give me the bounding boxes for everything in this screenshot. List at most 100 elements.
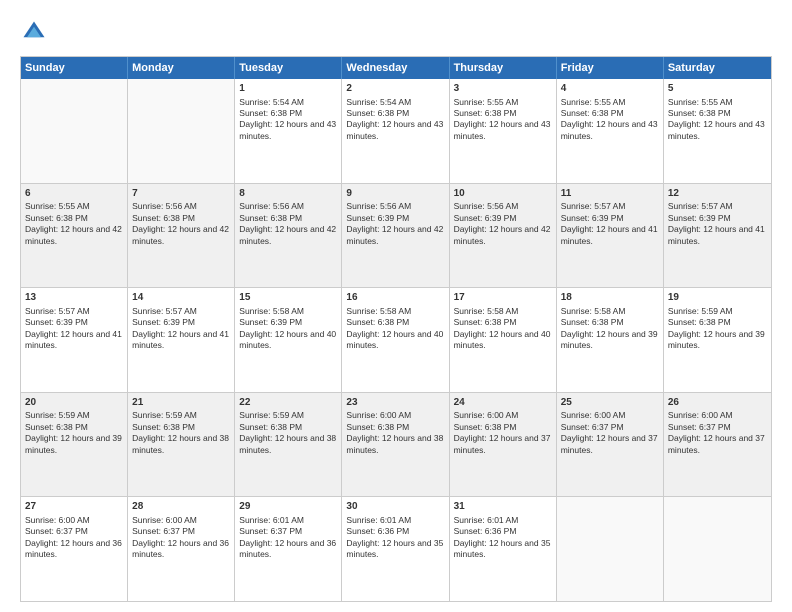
day-number: 30 xyxy=(346,500,444,514)
sunrise-text: Sunrise: 5:55 AM xyxy=(668,97,767,108)
calendar-day-28: 28Sunrise: 6:00 AMSunset: 6:37 PMDayligh… xyxy=(128,497,235,601)
sunrise-text: Sunrise: 6:00 AM xyxy=(132,515,230,526)
daylight-text: Daylight: 12 hours and 41 minutes. xyxy=(668,224,767,247)
calendar-day-14: 14Sunrise: 5:57 AMSunset: 6:39 PMDayligh… xyxy=(128,288,235,392)
day-number: 5 xyxy=(668,82,767,96)
daylight-text: Daylight: 12 hours and 41 minutes. xyxy=(132,329,230,352)
sunrise-text: Sunrise: 5:57 AM xyxy=(132,306,230,317)
sunset-text: Sunset: 6:38 PM xyxy=(25,422,123,433)
sunrise-text: Sunrise: 5:56 AM xyxy=(239,201,337,212)
calendar-day-8: 8Sunrise: 5:56 AMSunset: 6:38 PMDaylight… xyxy=(235,184,342,288)
daylight-text: Daylight: 12 hours and 35 minutes. xyxy=(454,538,552,561)
daylight-text: Daylight: 12 hours and 43 minutes. xyxy=(668,119,767,142)
calendar-day-23: 23Sunrise: 6:00 AMSunset: 6:38 PMDayligh… xyxy=(342,393,449,497)
daylight-text: Daylight: 12 hours and 41 minutes. xyxy=(561,224,659,247)
daylight-text: Daylight: 12 hours and 36 minutes. xyxy=(25,538,123,561)
sunrise-text: Sunrise: 5:58 AM xyxy=(454,306,552,317)
day-number: 31 xyxy=(454,500,552,514)
sunrise-text: Sunrise: 5:56 AM xyxy=(132,201,230,212)
sunrise-text: Sunrise: 6:01 AM xyxy=(239,515,337,526)
sunset-text: Sunset: 6:39 PM xyxy=(668,213,767,224)
sunrise-text: Sunrise: 5:56 AM xyxy=(454,201,552,212)
weekday-header-monday: Monday xyxy=(128,57,235,79)
daylight-text: Daylight: 12 hours and 39 minutes. xyxy=(561,329,659,352)
calendar-day-19: 19Sunrise: 5:59 AMSunset: 6:38 PMDayligh… xyxy=(664,288,771,392)
sunrise-text: Sunrise: 5:59 AM xyxy=(25,410,123,421)
calendar-day-5: 5Sunrise: 5:55 AMSunset: 6:38 PMDaylight… xyxy=(664,79,771,183)
sunset-text: Sunset: 6:38 PM xyxy=(25,213,123,224)
day-number: 11 xyxy=(561,187,659,201)
sunset-text: Sunset: 6:38 PM xyxy=(454,422,552,433)
calendar-day-29: 29Sunrise: 6:01 AMSunset: 6:37 PMDayligh… xyxy=(235,497,342,601)
day-number: 25 xyxy=(561,396,659,410)
weekday-header-friday: Friday xyxy=(557,57,664,79)
sunrise-text: Sunrise: 5:57 AM xyxy=(668,201,767,212)
sunset-text: Sunset: 6:38 PM xyxy=(561,317,659,328)
day-number: 7 xyxy=(132,187,230,201)
sunset-text: Sunset: 6:38 PM xyxy=(239,422,337,433)
header xyxy=(20,18,772,46)
calendar-body: 1Sunrise: 5:54 AMSunset: 6:38 PMDaylight… xyxy=(21,79,771,601)
sunset-text: Sunset: 6:38 PM xyxy=(454,317,552,328)
calendar-day-27: 27Sunrise: 6:00 AMSunset: 6:37 PMDayligh… xyxy=(21,497,128,601)
daylight-text: Daylight: 12 hours and 42 minutes. xyxy=(454,224,552,247)
sunrise-text: Sunrise: 6:00 AM xyxy=(668,410,767,421)
weekday-header-thursday: Thursday xyxy=(450,57,557,79)
sunset-text: Sunset: 6:36 PM xyxy=(454,526,552,537)
sunrise-text: Sunrise: 6:01 AM xyxy=(454,515,552,526)
daylight-text: Daylight: 12 hours and 35 minutes. xyxy=(346,538,444,561)
daylight-text: Daylight: 12 hours and 37 minutes. xyxy=(454,433,552,456)
sunset-text: Sunset: 6:37 PM xyxy=(239,526,337,537)
sunset-text: Sunset: 6:38 PM xyxy=(239,213,337,224)
sunset-text: Sunset: 6:36 PM xyxy=(346,526,444,537)
sunset-text: Sunset: 6:37 PM xyxy=(132,526,230,537)
day-number: 1 xyxy=(239,82,337,96)
day-number: 21 xyxy=(132,396,230,410)
day-number: 29 xyxy=(239,500,337,514)
sunrise-text: Sunrise: 5:59 AM xyxy=(132,410,230,421)
calendar-day-18: 18Sunrise: 5:58 AMSunset: 6:38 PMDayligh… xyxy=(557,288,664,392)
calendar-day-21: 21Sunrise: 5:59 AMSunset: 6:38 PMDayligh… xyxy=(128,393,235,497)
calendar-week-4: 20Sunrise: 5:59 AMSunset: 6:38 PMDayligh… xyxy=(21,392,771,497)
daylight-text: Daylight: 12 hours and 36 minutes. xyxy=(132,538,230,561)
sunrise-text: Sunrise: 5:55 AM xyxy=(561,97,659,108)
sunset-text: Sunset: 6:39 PM xyxy=(454,213,552,224)
sunrise-text: Sunrise: 6:01 AM xyxy=(346,515,444,526)
day-number: 26 xyxy=(668,396,767,410)
day-number: 3 xyxy=(454,82,552,96)
logo-icon xyxy=(20,18,48,46)
calendar-week-1: 1Sunrise: 5:54 AMSunset: 6:38 PMDaylight… xyxy=(21,79,771,183)
day-number: 10 xyxy=(454,187,552,201)
calendar-day-10: 10Sunrise: 5:56 AMSunset: 6:39 PMDayligh… xyxy=(450,184,557,288)
sunrise-text: Sunrise: 5:59 AM xyxy=(239,410,337,421)
day-number: 2 xyxy=(346,82,444,96)
sunset-text: Sunset: 6:37 PM xyxy=(25,526,123,537)
weekday-header-saturday: Saturday xyxy=(664,57,771,79)
day-number: 17 xyxy=(454,291,552,305)
sunset-text: Sunset: 6:38 PM xyxy=(239,108,337,119)
sunset-text: Sunset: 6:37 PM xyxy=(668,422,767,433)
sunset-text: Sunset: 6:38 PM xyxy=(668,317,767,328)
daylight-text: Daylight: 12 hours and 36 minutes. xyxy=(239,538,337,561)
calendar-week-3: 13Sunrise: 5:57 AMSunset: 6:39 PMDayligh… xyxy=(21,287,771,392)
daylight-text: Daylight: 12 hours and 37 minutes. xyxy=(668,433,767,456)
day-number: 14 xyxy=(132,291,230,305)
daylight-text: Daylight: 12 hours and 38 minutes. xyxy=(239,433,337,456)
calendar-day-2: 2Sunrise: 5:54 AMSunset: 6:38 PMDaylight… xyxy=(342,79,449,183)
daylight-text: Daylight: 12 hours and 40 minutes. xyxy=(346,329,444,352)
sunrise-text: Sunrise: 6:00 AM xyxy=(25,515,123,526)
calendar-day-1: 1Sunrise: 5:54 AMSunset: 6:38 PMDaylight… xyxy=(235,79,342,183)
day-number: 18 xyxy=(561,291,659,305)
calendar-day-22: 22Sunrise: 5:59 AMSunset: 6:38 PMDayligh… xyxy=(235,393,342,497)
day-number: 12 xyxy=(668,187,767,201)
daylight-text: Daylight: 12 hours and 40 minutes. xyxy=(454,329,552,352)
sunset-text: Sunset: 6:38 PM xyxy=(561,108,659,119)
calendar-day-30: 30Sunrise: 6:01 AMSunset: 6:36 PMDayligh… xyxy=(342,497,449,601)
sunrise-text: Sunrise: 5:57 AM xyxy=(561,201,659,212)
day-number: 28 xyxy=(132,500,230,514)
sunrise-text: Sunrise: 5:58 AM xyxy=(239,306,337,317)
day-number: 15 xyxy=(239,291,337,305)
weekday-header-tuesday: Tuesday xyxy=(235,57,342,79)
calendar-day-20: 20Sunrise: 5:59 AMSunset: 6:38 PMDayligh… xyxy=(21,393,128,497)
calendar-day-empty xyxy=(557,497,664,601)
